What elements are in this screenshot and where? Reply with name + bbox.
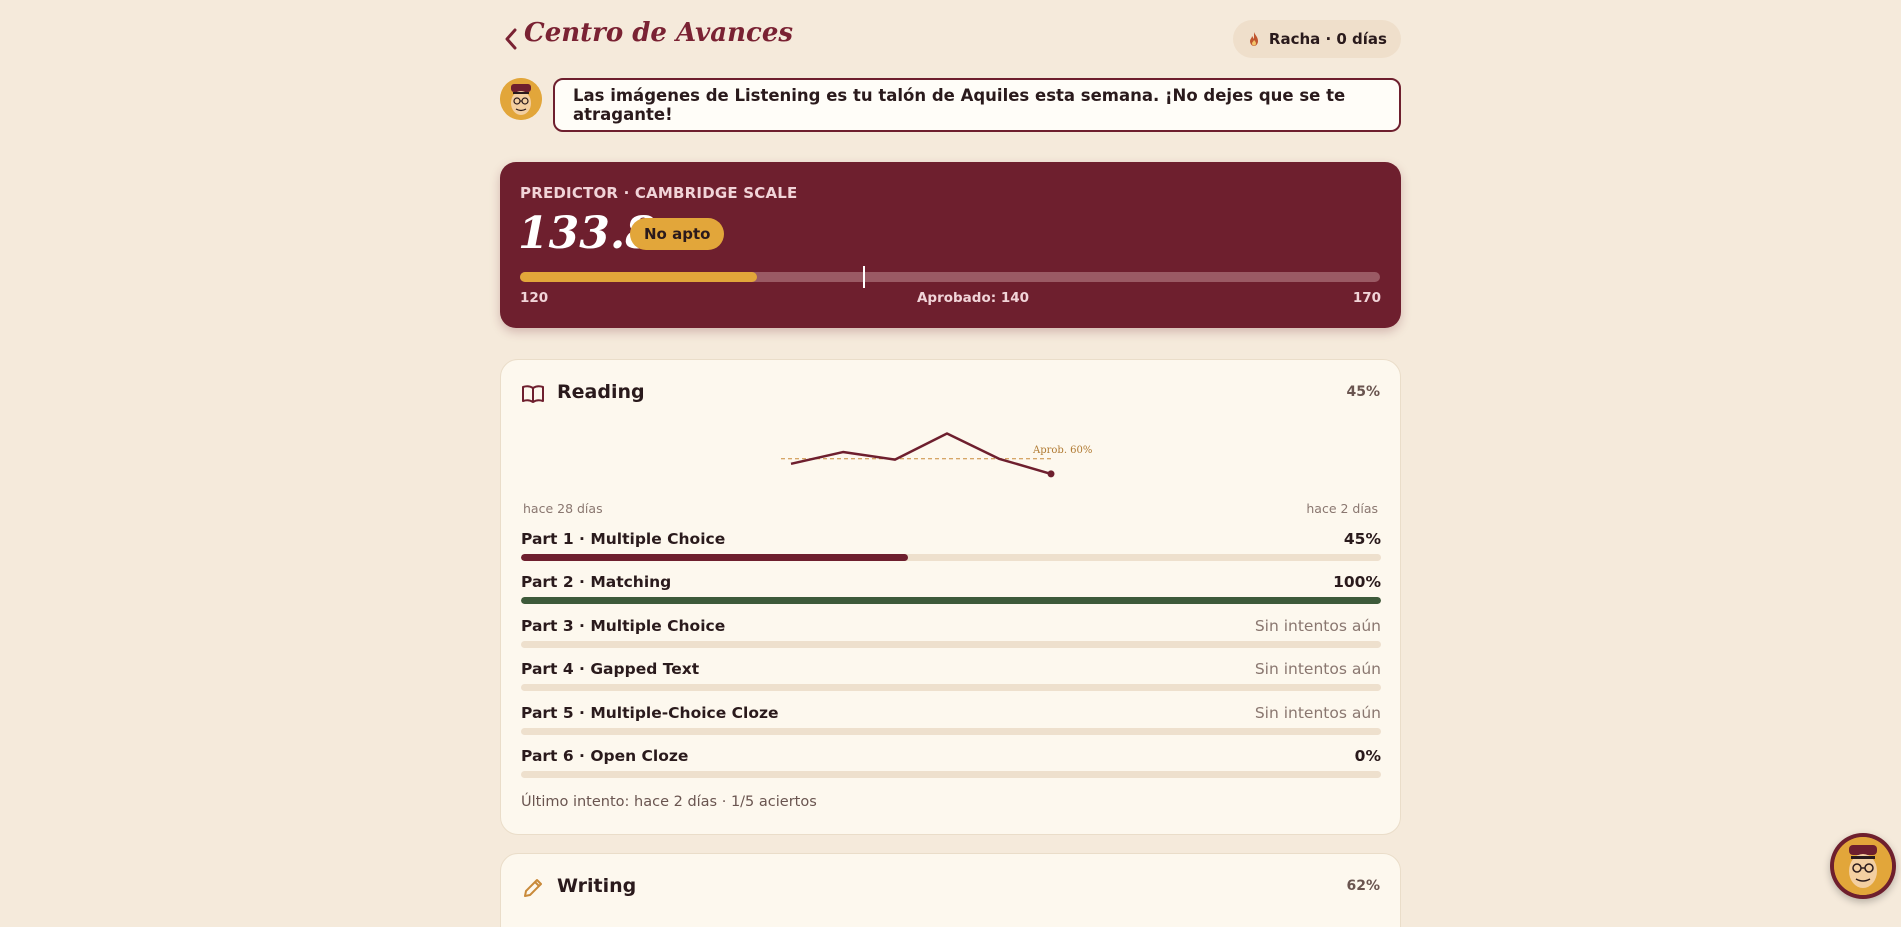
mascot-assistant-button[interactable]: [1830, 833, 1896, 899]
threshold-label: Aprob. 60%: [1032, 445, 1092, 456]
page-title: Centro de Avances: [524, 18, 794, 48]
streak-badge: Racha · 0 días: [1232, 20, 1401, 58]
mascot-face-icon: [1834, 837, 1892, 895]
reading-part-row[interactable]: Part 6 · Open Cloze 0%: [521, 747, 1381, 790]
reading-trend-sparkline: Aprob. 60%: [781, 432, 1092, 478]
part-value: Sin intentos aún: [1254, 660, 1381, 679]
part-progress-track: [521, 684, 1381, 692]
pass-threshold-label: Aprobado: 140: [916, 290, 1030, 306]
reading-section[interactable]: Reading 45% Aprob. 60% hace 28 días hace…: [500, 359, 1401, 835]
reading-part-row[interactable]: Part 4 · Gapped Text Sin intentos aún: [521, 660, 1381, 703]
part-progress-track: [521, 554, 1381, 561]
part-progress-track: [521, 727, 1381, 735]
part-name: Part 5 · Multiple-Choice Cloze: [521, 703, 779, 722]
sparkline-start-label: hace 28 días: [523, 501, 603, 516]
coach-message: Las imágenes de Listening es tu talón de…: [553, 78, 1401, 132]
part-progress-track: [521, 770, 1381, 778]
back-button[interactable]: [500, 24, 522, 54]
part-value: 45%: [1343, 530, 1381, 548]
reading-part-row[interactable]: Part 5 · Multiple-Choice Cloze Sin intent…: [521, 704, 1381, 747]
latest-point: [1047, 470, 1055, 478]
scale-min-label: 120: [520, 290, 549, 306]
book-icon: [522, 385, 544, 403]
sparkline-end-label: hace 2 días: [1306, 501, 1378, 516]
predictor-card: PREDICTOR · CAMBRIDGE SCALE 133.8 No apt…: [500, 162, 1401, 328]
section-percent: 45%: [1346, 384, 1380, 400]
part-progress-fill: [521, 597, 1381, 605]
mascot-face-icon: [500, 78, 542, 120]
pencil-icon: [524, 879, 542, 897]
section-title: Writing: [557, 875, 637, 897]
chevron-left-icon: [505, 28, 517, 50]
pass-marker: [863, 266, 865, 288]
part-name: Part 4 · Gapped Text: [521, 660, 700, 679]
predictor-label: PREDICTOR · CAMBRIDGE SCALE: [520, 184, 798, 202]
predictor-scale-track: [520, 266, 1380, 288]
part-progress-track: [521, 640, 1381, 648]
last-attempt-text: Último intento: hace 2 días · 1/5 aciert…: [521, 794, 817, 810]
part-value: Sin intentos aún: [1254, 703, 1381, 722]
part-progress-track: [521, 597, 1381, 605]
page-header: Centro de Avances Racha · 0 días: [500, 0, 1401, 78]
coach-message-row: Las imágenes de Listening es tu talón de…: [500, 78, 1401, 132]
part-value: 0%: [1354, 746, 1381, 765]
progress-center: Centro de Avances Racha · 0 días Las imá…: [500, 0, 1401, 927]
scale-max-label: 170: [1352, 290, 1381, 306]
coach-avatar: [500, 78, 542, 120]
part-value: Sin intentos aún: [1254, 616, 1381, 635]
writing-section[interactable]: Writing 62%: [500, 853, 1401, 927]
part-name: Part 1 · Multiple Choice: [521, 530, 726, 548]
status-badge: No apto: [630, 218, 725, 250]
predictor-scale-fill: [520, 272, 758, 282]
part-name: Part 3 · Multiple Choice: [521, 616, 726, 635]
reading-part-row[interactable]: Part 3 · Multiple Choice Sin intentos aún: [521, 617, 1381, 660]
section-percent: 62%: [1346, 878, 1380, 894]
part-progress-fill: [521, 554, 908, 561]
part-name: Part 6 · Open Cloze: [521, 746, 689, 765]
trend-line: [790, 432, 1052, 476]
part-value: 100%: [1333, 573, 1381, 592]
reading-parts-list: Part 1 · Multiple Choice 45% Part 2 · Matc…: [521, 530, 1381, 790]
mascot-avatar: [1834, 837, 1892, 895]
reading-part-row[interactable]: Part 1 · Multiple Choice 45%: [521, 530, 1381, 573]
streak-label: Racha · 0 días: [1268, 30, 1387, 48]
section-title: Reading: [557, 381, 645, 403]
flame-icon: [1249, 32, 1258, 46]
reading-part-row[interactable]: Part 2 · Matching 100%: [521, 573, 1381, 616]
part-name: Part 2 · Matching: [521, 573, 672, 592]
